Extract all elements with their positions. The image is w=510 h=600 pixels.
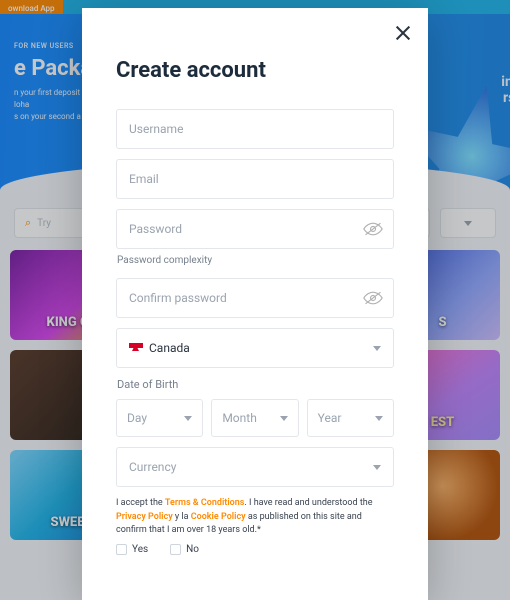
terms-text: I accept the Terms & Conditions. I have … bbox=[116, 497, 394, 538]
dob-day-select[interactable]: Day bbox=[116, 399, 203, 437]
password-input[interactable] bbox=[129, 222, 381, 236]
currency-select[interactable]: Currency bbox=[116, 447, 394, 487]
dob-month-label: Month bbox=[222, 411, 256, 425]
country-label: Canada bbox=[149, 341, 190, 355]
create-account-modal: Create account Password complexity Canad… bbox=[82, 8, 428, 600]
eye-icon[interactable] bbox=[363, 291, 383, 305]
checkbox-icon bbox=[116, 544, 127, 555]
no-label: No bbox=[186, 544, 199, 555]
chevron-down-icon bbox=[184, 416, 192, 421]
modal-overlay: Create account Password complexity Canad… bbox=[0, 0, 510, 600]
modal-title: Create account bbox=[116, 58, 394, 83]
password-complexity-label: Password complexity bbox=[117, 255, 394, 266]
email-field[interactable] bbox=[116, 159, 394, 199]
dob-year-label: Year bbox=[318, 411, 342, 425]
close-icon[interactable] bbox=[394, 24, 412, 42]
terms-mid2: y la bbox=[173, 512, 191, 522]
currency-label: Currency bbox=[129, 460, 176, 474]
username-input[interactable] bbox=[129, 122, 381, 136]
flag-canada-icon bbox=[129, 343, 143, 353]
cookie-link[interactable]: Cookie Policy bbox=[191, 512, 246, 522]
yes-label: Yes bbox=[132, 544, 148, 555]
terms-link[interactable]: Terms & Conditions bbox=[165, 498, 245, 508]
country-select[interactable]: Canada bbox=[116, 328, 394, 368]
username-field[interactable] bbox=[116, 109, 394, 149]
chevron-down-icon bbox=[373, 346, 381, 351]
confirm-password-field[interactable] bbox=[116, 278, 394, 318]
chevron-down-icon bbox=[373, 465, 381, 470]
terms-mid: . I have read and understood the bbox=[244, 498, 372, 508]
terms-no-option[interactable]: No bbox=[170, 544, 199, 555]
terms-pre: I accept the bbox=[116, 498, 165, 508]
chevron-down-icon bbox=[280, 416, 288, 421]
dob-year-select[interactable]: Year bbox=[307, 399, 394, 437]
country-value: Canada bbox=[129, 341, 190, 355]
dob-label: Date of Birth bbox=[117, 378, 394, 391]
dob-month-select[interactable]: Month bbox=[211, 399, 298, 437]
terms-yes-option[interactable]: Yes bbox=[116, 544, 148, 555]
eye-icon[interactable] bbox=[363, 222, 383, 236]
dob-row: Day Month Year bbox=[116, 399, 394, 437]
chevron-down-icon bbox=[375, 416, 383, 421]
password-field[interactable] bbox=[116, 209, 394, 249]
dob-day-label: Day bbox=[127, 411, 147, 425]
terms-radio-group: Yes No bbox=[116, 544, 394, 555]
confirm-password-input[interactable] bbox=[129, 291, 381, 305]
privacy-link[interactable]: Privacy Policy bbox=[116, 512, 173, 522]
checkbox-icon bbox=[170, 544, 181, 555]
email-input[interactable] bbox=[129, 172, 381, 186]
